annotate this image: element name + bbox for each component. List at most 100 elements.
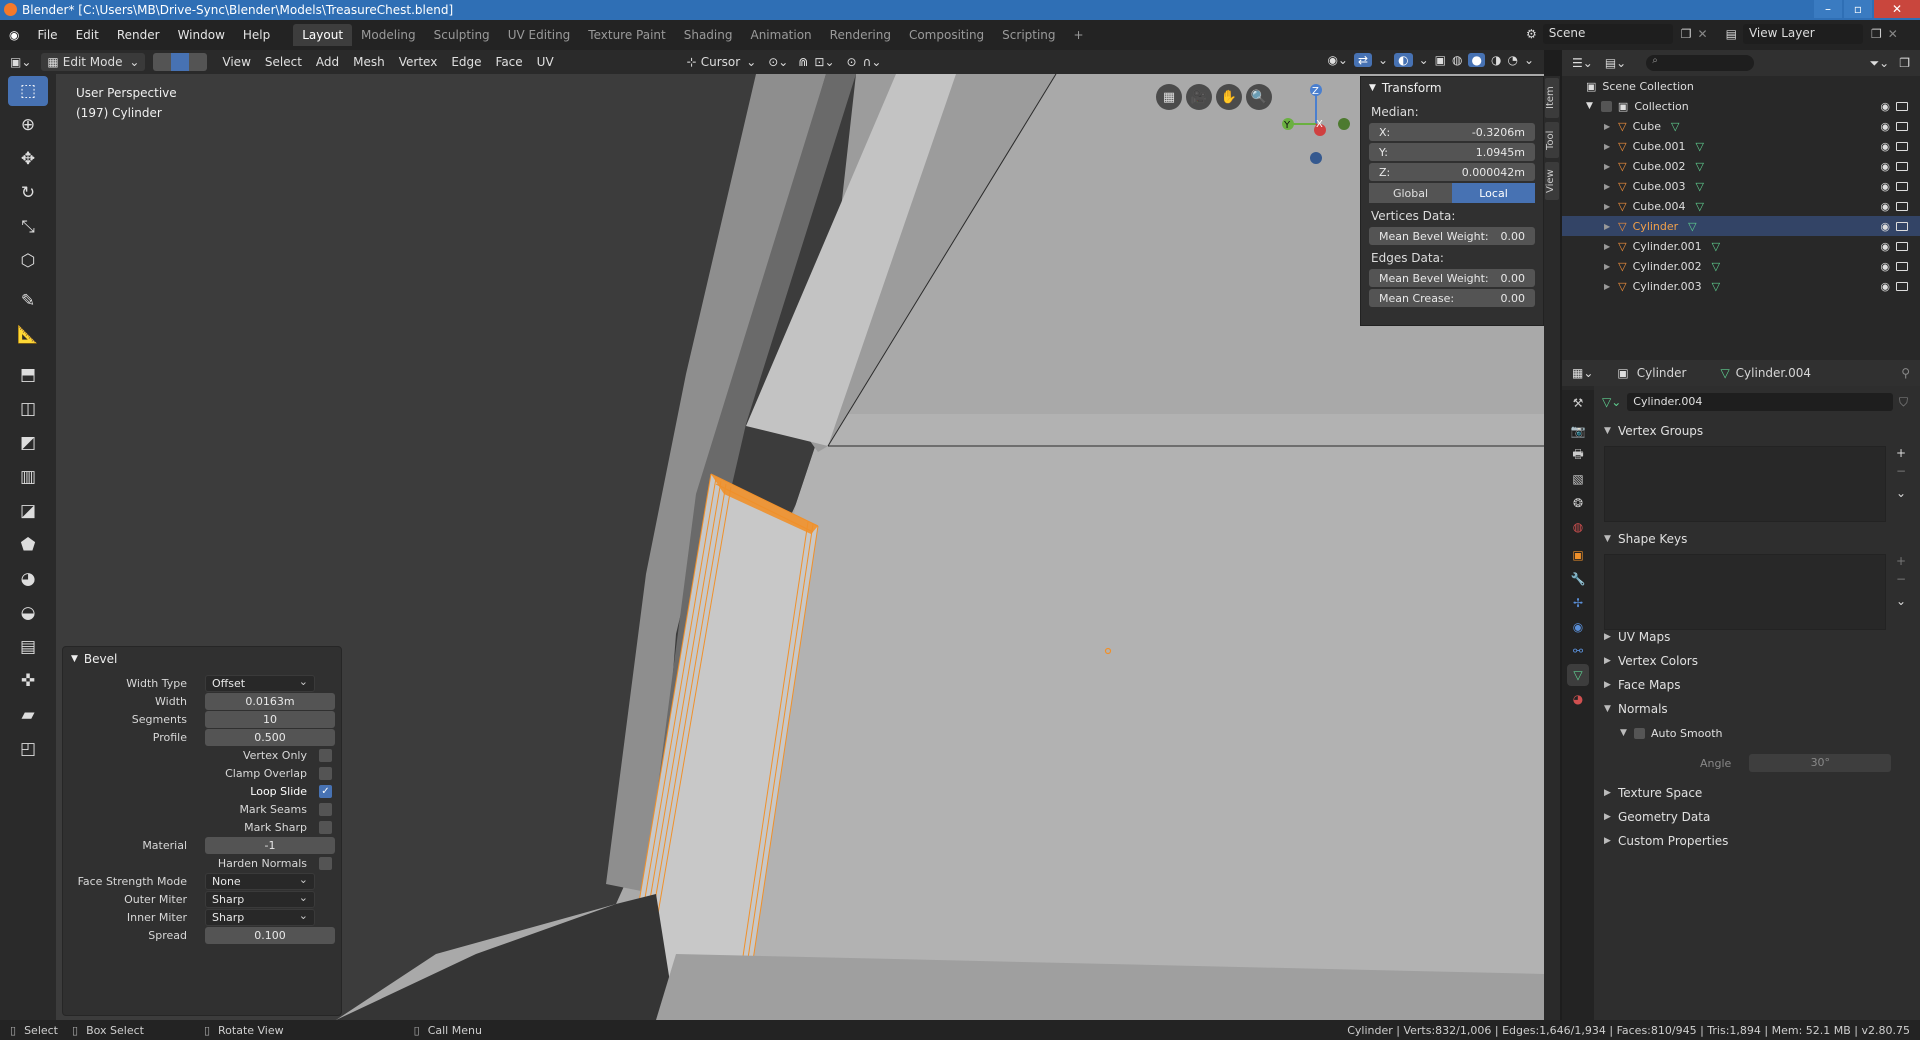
visibility-eye-icon[interactable]: ◉ — [1880, 140, 1890, 153]
loop-cut-icon[interactable]: ▥ — [8, 462, 48, 492]
tab-tool[interactable]: Tool — [1545, 122, 1559, 158]
scene-collection-row[interactable]: ▣ Scene Collection — [1562, 76, 1920, 96]
new-view-layer-icon[interactable]: ❐ — [1871, 27, 1882, 41]
shape-keys-list[interactable] — [1604, 554, 1886, 630]
texture-space-header[interactable]: ▶ Texture Space — [1594, 782, 1920, 804]
render-toggle-icon[interactable] — [1896, 101, 1908, 111]
visibility-eye-icon[interactable]: ◉ — [1880, 220, 1890, 233]
move-icon[interactable]: ✥ — [8, 144, 48, 174]
physics-tab-icon[interactable]: ◉ — [1567, 616, 1589, 638]
vertex-groups-header[interactable]: ▼ Vertex Groups — [1594, 420, 1920, 442]
auto-smooth-checkbox[interactable] — [1634, 727, 1645, 739]
properties-editor-icon[interactable]: ▦⌄ — [1572, 366, 1593, 380]
mesh-data-icon[interactable]: ▽ — [1696, 200, 1704, 213]
object-tab-icon[interactable]: ▣ — [1567, 544, 1589, 566]
outliner-item-cylinder-001[interactable]: ▶ ▽ Cylinder.001 ▽ ◉ — [1562, 236, 1920, 256]
navigation-gizmo[interactable]: Z Y X — [1256, 74, 1376, 164]
vertex-groups-list[interactable] — [1604, 446, 1886, 522]
menu-edit[interactable]: Edit — [67, 28, 108, 42]
vertex-only-checkbox[interactable] — [319, 748, 332, 762]
material-field[interactable]: -1 — [205, 836, 335, 854]
select-box-icon[interactable]: ⬚ — [8, 76, 48, 106]
expand-icon[interactable]: ▶ — [1604, 182, 1610, 191]
menu-render[interactable]: Render — [108, 28, 169, 42]
spin-icon[interactable]: ◕ — [8, 564, 48, 594]
mesh-data-icon[interactable]: ▽ — [1712, 280, 1720, 293]
loop-slide-checkbox[interactable]: ✓ — [319, 784, 332, 798]
shape-keys-header[interactable]: ▼ Shape Keys — [1594, 528, 1920, 550]
snap-target-icon[interactable]: ⊡⌄ — [814, 55, 834, 69]
particles-tab-icon[interactable]: ✢ — [1567, 592, 1589, 614]
visibility-icon[interactable]: ◉⌄ — [1327, 53, 1348, 67]
mesh-data-icon[interactable]: ▽ — [1712, 260, 1720, 273]
custom-properties-header[interactable]: ▶ Custom Properties — [1594, 830, 1920, 852]
edge-bevel-weight-field[interactable]: Mean Bevel Weight: 0.00 — [1369, 269, 1535, 287]
vertex-group-menu-icon[interactable]: ⌄ — [1896, 486, 1906, 500]
tab-item[interactable]: Item — [1545, 78, 1559, 118]
expand-icon[interactable]: ▶ — [1604, 122, 1610, 131]
render-toggle-icon[interactable] — [1896, 201, 1908, 211]
remove-vertex-group-icon[interactable]: − — [1896, 464, 1906, 478]
poly-build-icon[interactable]: ⬟ — [8, 530, 48, 560]
collection-checkbox[interactable] — [1600, 100, 1612, 112]
mesh-data-tab-icon[interactable]: ▽ — [1567, 664, 1589, 686]
outliner-item-cube[interactable]: ▶ ▽ Cube ▽ ◉ — [1562, 116, 1920, 136]
mark-sharp-checkbox[interactable] — [319, 820, 332, 834]
mesh-data-icon[interactable]: ▽ — [1696, 180, 1704, 193]
bevel-panel-header[interactable]: ▼ Bevel — [63, 647, 341, 671]
tab-scripting[interactable]: Scripting — [993, 24, 1064, 46]
overlay-menu-icon[interactable]: ⌄ — [1419, 53, 1429, 67]
tab-texture-paint[interactable]: Texture Paint — [579, 24, 674, 46]
shading-menu-icon[interactable]: ⌄ — [1524, 53, 1534, 67]
tab-rendering[interactable]: Rendering — [821, 24, 900, 46]
face-select-icon[interactable] — [189, 53, 208, 71]
proportional-edit-icon[interactable]: ⊙ — [847, 55, 857, 69]
menu-edge[interactable]: Edge — [444, 55, 488, 69]
rip-region-icon[interactable]: ◰ — [8, 734, 48, 764]
visibility-eye-icon[interactable]: ◉ — [1880, 160, 1890, 173]
render-toggle-icon[interactable] — [1896, 121, 1908, 131]
vertex-colors-header[interactable]: ▶ Vertex Colors — [1594, 650, 1920, 672]
bevel-icon[interactable]: ◩ — [8, 428, 48, 458]
spread-field[interactable]: 0.100 — [205, 926, 335, 944]
visibility-eye-icon[interactable]: ◉ — [1880, 180, 1890, 193]
scene-icon[interactable]: ⚙ — [1526, 27, 1537, 41]
outliner-item-cylinder-003[interactable]: ▶ ▽ Cylinder.003 ▽ ◉ — [1562, 276, 1920, 296]
vertex-bevel-weight-field[interactable]: Mean Bevel Weight: 0.00 — [1369, 227, 1535, 245]
expand-icon[interactable]: ▶ — [1604, 202, 1610, 211]
menu-mesh[interactable]: Mesh — [346, 55, 392, 69]
visibility-eye-icon[interactable]: ◉ — [1880, 240, 1890, 253]
delete-scene-icon[interactable]: ✕ — [1698, 27, 1708, 41]
render-toggle-icon[interactable] — [1896, 261, 1908, 271]
transform-icon[interactable]: ⬡ — [8, 246, 48, 276]
transform-orientation-selector[interactable]: ⊹ Cursor ⌄ — [681, 53, 763, 71]
add-workspace-icon[interactable]: + — [1065, 24, 1093, 46]
menu-select[interactable]: Select — [258, 55, 309, 69]
mesh-data-icon[interactable]: ▽ — [1688, 220, 1696, 233]
scale-icon[interactable]: ⤡ — [8, 212, 48, 242]
overlay-toggle-icon[interactable]: ◐ — [1394, 53, 1413, 67]
menu-add[interactable]: Add — [309, 55, 346, 69]
edge-slide-icon[interactable]: ▤ — [8, 632, 48, 662]
mesh-data-icon[interactable]: ▽ — [1712, 240, 1720, 253]
render-toggle-icon[interactable] — [1896, 241, 1908, 251]
rotate-icon[interactable]: ↻ — [8, 178, 48, 208]
world-tab-icon[interactable]: ◍ — [1567, 516, 1589, 538]
render-toggle-icon[interactable] — [1896, 221, 1908, 231]
median-z-field[interactable]: Z: 0.000042m — [1369, 163, 1535, 181]
menu-view[interactable]: View — [215, 55, 257, 69]
cursor-icon[interactable]: ⊕ — [8, 110, 48, 140]
material-tab-icon[interactable]: ◕ — [1567, 688, 1589, 710]
render-toggle-icon[interactable] — [1896, 141, 1908, 151]
editor-type-icon[interactable]: ▣⌄ — [10, 55, 31, 69]
tab-uv-editing[interactable]: UV Editing — [499, 24, 580, 46]
annotate-icon[interactable]: ✎ — [8, 286, 48, 316]
outliner-editor-icon[interactable]: ☰⌄ — [1572, 56, 1593, 70]
mesh-data-icon[interactable]: ▽ — [1696, 160, 1704, 173]
menu-window[interactable]: Window — [169, 28, 234, 42]
menu-vertex[interactable]: Vertex — [392, 55, 445, 69]
expand-icon[interactable]: ▼ — [1586, 101, 1593, 111]
maximize-icon[interactable]: ▫ — [1844, 0, 1872, 18]
geometry-data-header[interactable]: ▶ Geometry Data — [1594, 806, 1920, 828]
shrink-fatten-icon[interactable]: ✜ — [8, 666, 48, 696]
